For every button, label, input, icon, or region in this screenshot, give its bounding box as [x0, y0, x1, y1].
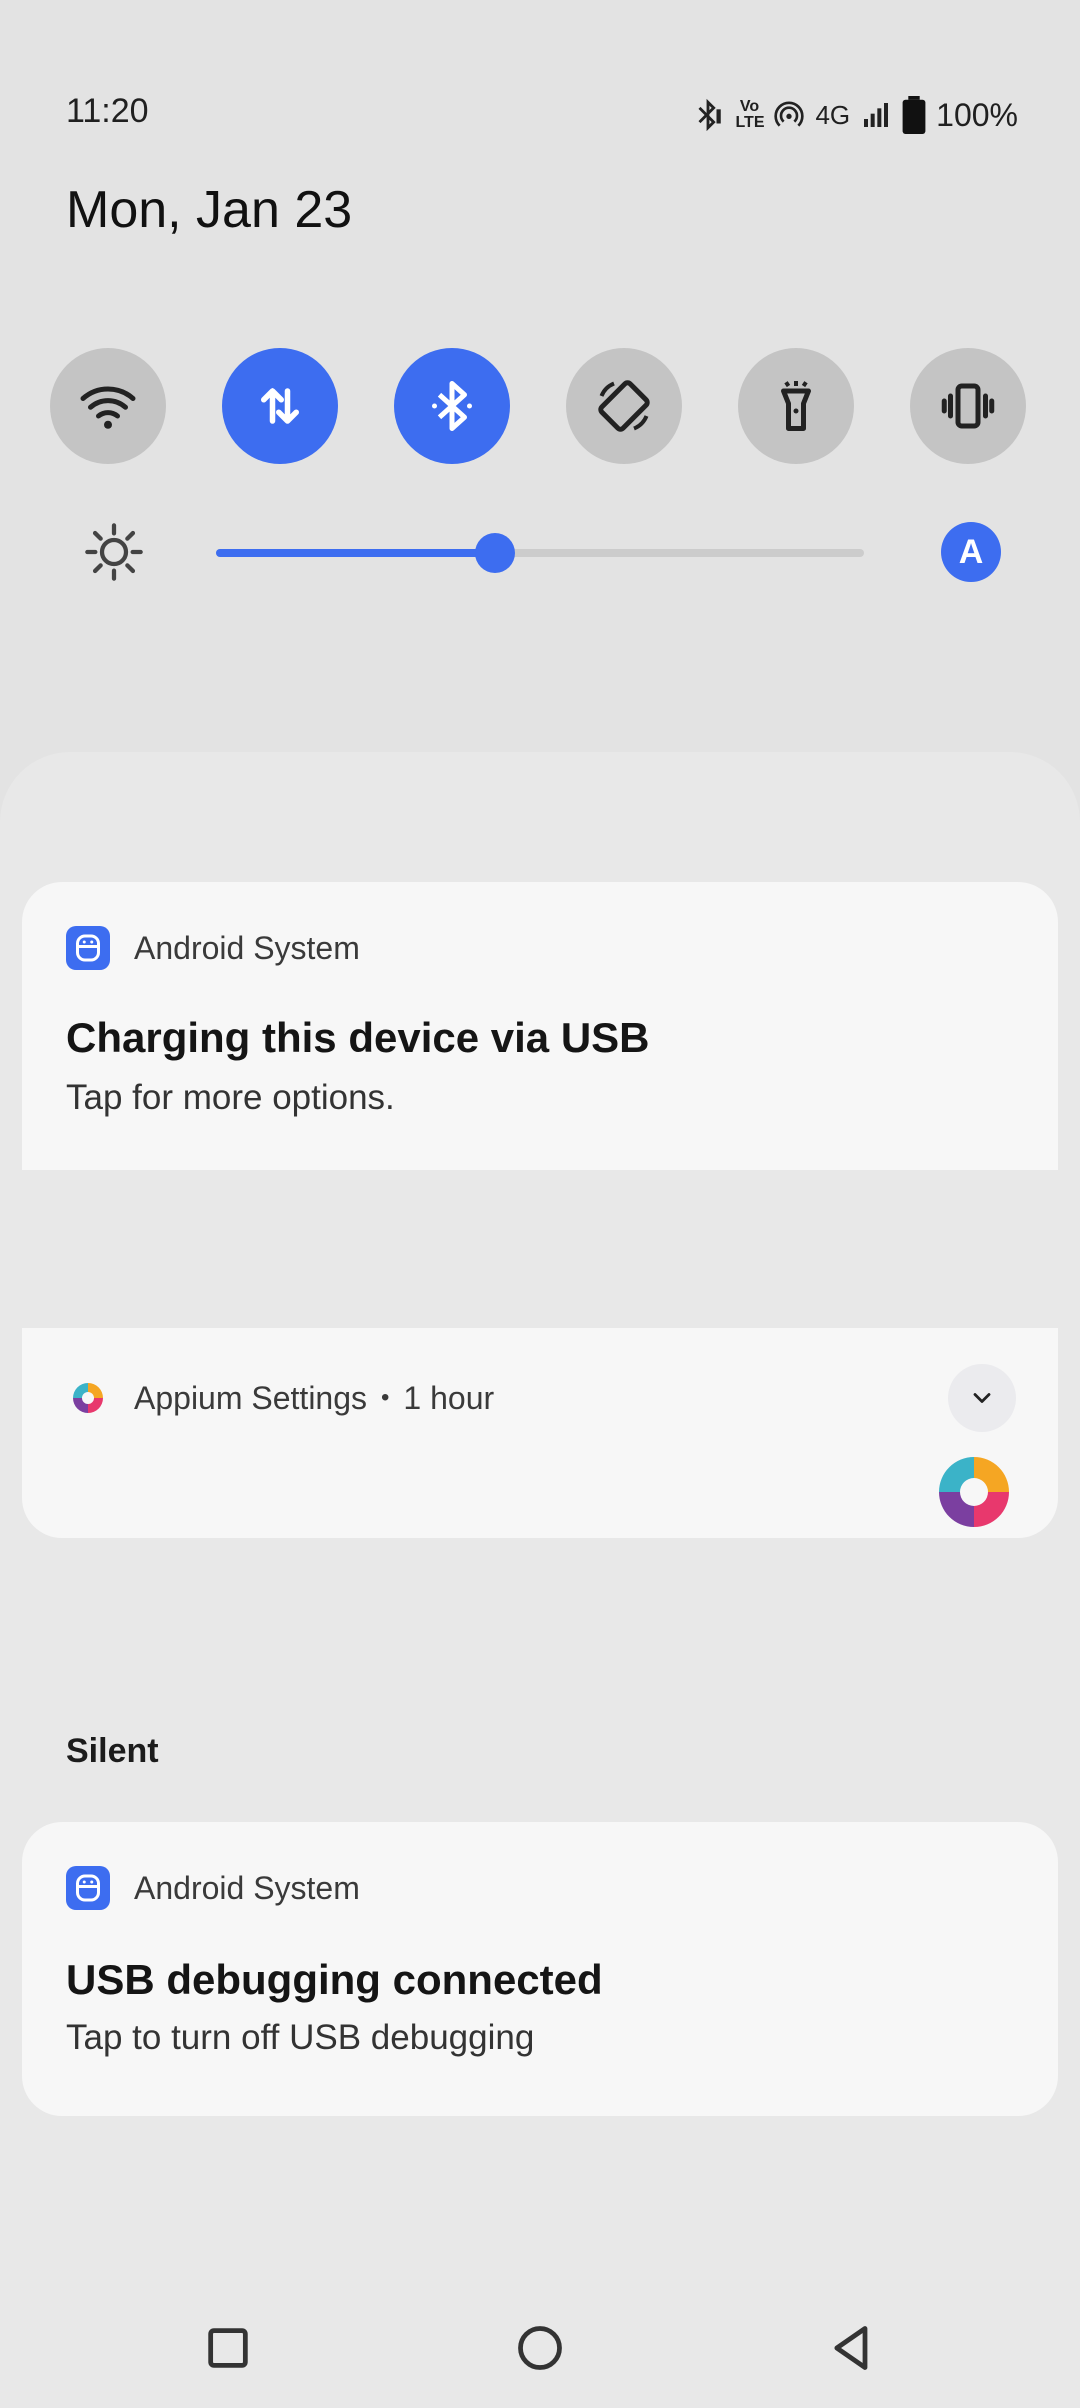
appium-app-icon [66, 1376, 110, 1420]
bluetooth-tile[interactable] [394, 348, 510, 464]
bluetooth-icon [432, 381, 472, 431]
brightness-slider-thumb[interactable] [475, 533, 515, 573]
square-icon [208, 2328, 248, 2368]
app-name: Android System [134, 1869, 360, 1906]
volte-icon: Vo LTE [735, 98, 765, 131]
auto-brightness-button[interactable]: A [941, 522, 1001, 582]
flashlight-tile[interactable] [738, 348, 854, 464]
back-button[interactable] [822, 2318, 882, 2378]
status-clock: 11:20 [66, 92, 149, 130]
home-button[interactable] [510, 2318, 570, 2378]
date-label[interactable]: Mon, Jan 23 [66, 180, 352, 240]
appium-large-icon [939, 1457, 1009, 1527]
circle-icon [518, 2326, 562, 2370]
notification-header: Android System [66, 1866, 360, 1910]
brightness-icon [85, 523, 143, 581]
battery-icon [902, 96, 926, 134]
auto-rotate-tile[interactable] [566, 348, 682, 464]
wifi-tile[interactable] [50, 348, 166, 464]
app-name: Appium Settings [134, 1379, 368, 1416]
notification-text: Tap to turn off USB debugging [66, 2018, 535, 2057]
vibrate-tile[interactable] [910, 348, 1026, 464]
hotspot-icon [774, 101, 805, 127]
header-separator: • [381, 1384, 390, 1411]
mobile-data-icon [261, 388, 299, 424]
notification-title: USB debugging connected [66, 1956, 603, 2003]
battery-percentage: 100% [936, 96, 1018, 133]
brightness-slider-fill [216, 549, 495, 557]
expand-button[interactable] [948, 1364, 1016, 1432]
notification-text: Tap for more options. [66, 1078, 395, 1117]
notification-usb-charging[interactable]: Android System Charging this device via … [22, 882, 1058, 1170]
bluetooth-status-icon [698, 98, 722, 132]
notification-title: Charging this device via USB [66, 1014, 650, 1061]
status-icons: Vo LTE 4G 100% [691, 96, 1018, 134]
notification-time: 1 hour [403, 1379, 495, 1416]
silent-section-label: Silent [66, 1732, 159, 1770]
network-type-label: 4G [815, 99, 851, 130]
signal-icon [864, 103, 889, 127]
back-triangle-icon [834, 2326, 868, 2370]
app-name: Android System [134, 929, 360, 966]
notification-header: Android System [66, 926, 360, 970]
recents-button[interactable] [198, 2318, 258, 2378]
android-system-icon [66, 1866, 110, 1910]
auto-rotate-icon [598, 380, 650, 432]
android-system-icon [66, 926, 110, 970]
flashlight-icon [781, 381, 811, 431]
wifi-icon [80, 386, 136, 429]
vibrate-icon [941, 383, 995, 429]
notification-usb-debugging[interactable]: Android System USB debugging connected T… [22, 1822, 1058, 2116]
mobile-data-tile[interactable] [222, 348, 338, 464]
notification-header: Appium Settings • 1 hour [66, 1376, 494, 1420]
notification-appium-settings[interactable]: Appium Settings • 1 hour [22, 1328, 1058, 1538]
chevron-down-icon [973, 1393, 991, 1403]
